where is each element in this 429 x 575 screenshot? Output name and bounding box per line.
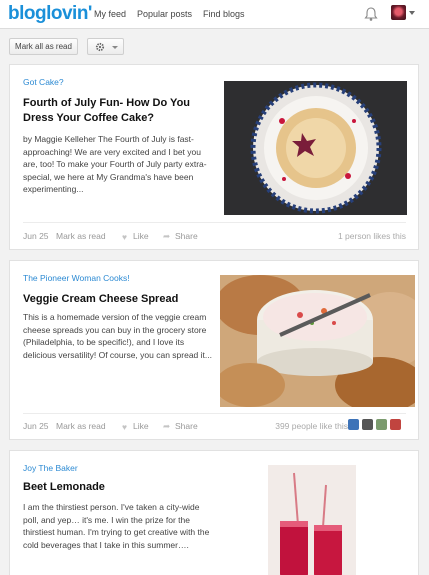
post-thumbnail[interactable] — [220, 275, 415, 407]
card-divider — [23, 413, 406, 414]
post-title[interactable]: Veggie Cream Cheese Spread — [23, 292, 208, 307]
post-excerpt: I am the thirstiest person. I've taken a… — [23, 502, 210, 550]
user-avatar[interactable] — [391, 5, 406, 20]
liker-avatar[interactable] — [348, 419, 359, 430]
liker-avatar[interactable] — [376, 419, 387, 430]
like-button[interactable]: Like — [133, 421, 149, 431]
liker-avatars — [348, 419, 408, 431]
post-excerpt: This is a homemade version of the veggie… — [23, 312, 212, 360]
bloglovin-logo[interactable]: bloglovin' — [8, 3, 92, 25]
settings-dropdown-button[interactable] — [87, 38, 124, 55]
likes-count[interactable]: 1 person likes this — [338, 231, 406, 241]
post-thumbnail-image — [268, 465, 356, 575]
chevron-down-icon[interactable] — [409, 11, 415, 15]
likes-count[interactable]: 399 people like this — [275, 421, 348, 431]
like-button[interactable]: Like — [133, 231, 149, 241]
post-thumbnail-image — [224, 81, 407, 215]
liker-avatar[interactable] — [362, 419, 373, 430]
nav-my-feed[interactable]: My feed — [94, 9, 126, 19]
nav-find-blogs[interactable]: Find blogs — [203, 9, 245, 19]
chevron-down-icon — [112, 46, 118, 49]
post-card: Joy The Baker Beet Lemonade I am the thi… — [9, 450, 419, 575]
gear-icon — [95, 42, 105, 52]
blog-source-link[interactable]: Joy The Baker — [23, 463, 78, 473]
mark-as-read-link[interactable]: Mark as read — [56, 231, 106, 241]
mark-as-read-link[interactable]: Mark as read — [56, 421, 106, 431]
heart-icon: ♥ — [122, 422, 128, 432]
mark-all-read-button[interactable]: Mark all as read — [9, 38, 78, 55]
blog-source-link[interactable]: The Pioneer Woman Cooks! — [23, 273, 130, 283]
card-divider — [23, 222, 406, 223]
post-thumbnail[interactable] — [224, 81, 407, 215]
top-bar: bloglovin' My feed Popular posts Find bl… — [0, 0, 429, 29]
post-title[interactable]: Beet Lemonade — [23, 480, 208, 495]
liker-avatar[interactable] — [390, 419, 401, 430]
post-thumbnail[interactable] — [268, 465, 356, 575]
share-icon: ➦ — [163, 231, 171, 241]
post-card: Got Cake? Fourth of July Fun- How Do You… — [9, 64, 419, 250]
share-icon: ➦ — [163, 421, 171, 431]
post-date: Jun 25 — [23, 231, 49, 241]
post-thumbnail-image — [220, 275, 415, 407]
nav-popular-posts[interactable]: Popular posts — [137, 9, 192, 19]
blog-source-link[interactable]: Got Cake? — [23, 77, 64, 87]
post-date: Jun 25 — [23, 421, 49, 431]
share-button[interactable]: Share — [175, 421, 198, 431]
post-title[interactable]: Fourth of July Fun- How Do You Dress You… — [23, 96, 208, 126]
share-button[interactable]: Share — [175, 231, 198, 241]
bell-icon[interactable] — [364, 6, 378, 22]
post-card: The Pioneer Woman Cooks! Veggie Cream Ch… — [9, 260, 419, 440]
heart-icon: ♥ — [122, 232, 128, 242]
post-excerpt: by Maggie Kelleher The Fourth of July is… — [23, 134, 207, 194]
